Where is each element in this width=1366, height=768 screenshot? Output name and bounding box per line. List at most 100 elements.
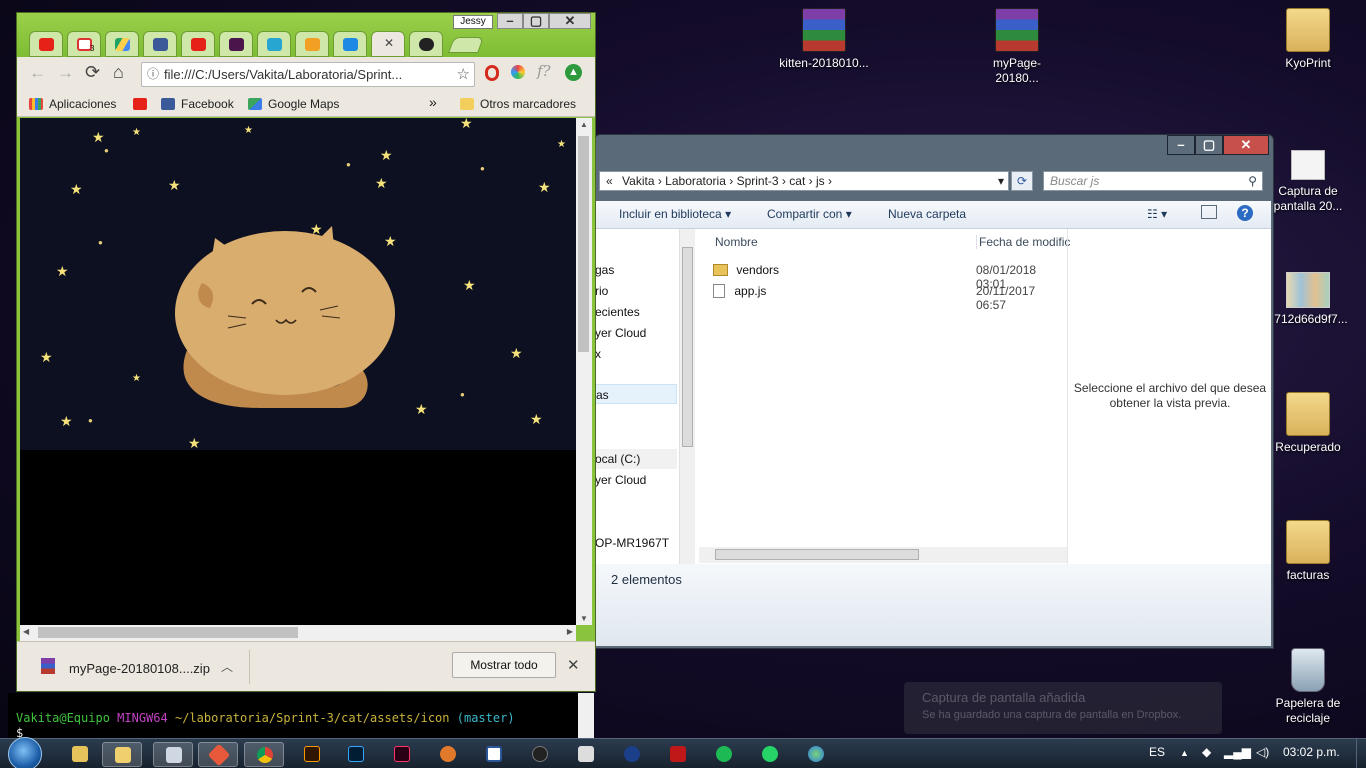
hscroll-thumb[interactable] [38, 627, 298, 638]
nav-item[interactable]: rio [595, 284, 608, 298]
taskbar-misc[interactable] [428, 742, 468, 767]
breadcrumb-js[interactable]: js [816, 174, 825, 188]
tab-facebook[interactable] [143, 31, 177, 57]
page-vscrollbar[interactable]: ▲ ▼ [576, 118, 592, 625]
home-icon[interactable]: ⌂ [113, 62, 124, 83]
vscroll-thumb[interactable] [578, 136, 589, 352]
hscroll-thumb[interactable] [715, 549, 919, 560]
show-desktop-button[interactable] [1356, 739, 1366, 768]
forward-icon[interactable]: → [57, 63, 74, 83]
bookmark-youtube[interactable] [133, 97, 153, 111]
dropbox-icon[interactable]: ◆ [1202, 745, 1211, 759]
help-icon[interactable]: ? [1237, 205, 1253, 221]
view-options-icon[interactable]: ☷ ▾ [1147, 207, 1167, 221]
share-with-button[interactable]: Compartir con ▾ [767, 207, 852, 221]
notification-toast[interactable]: Captura de pantalla añadida Se ha guarda… [904, 682, 1222, 734]
scroll-left-icon[interactable]: ◀ [23, 627, 29, 636]
tab-code[interactable] [295, 31, 329, 57]
desktop-icon-mypage-zip[interactable]: myPage-20180... [972, 8, 1062, 86]
nav-item[interactable]: OP-MR1967T [595, 536, 669, 550]
desktop-icon-kyoprint[interactable]: KyoPrint [1263, 8, 1353, 71]
nav-scroll-thumb[interactable] [682, 247, 693, 447]
search-input[interactable]: Buscar js ⚲ [1043, 171, 1263, 191]
desktop-icon-recuperado[interactable]: Recuperado [1263, 392, 1353, 455]
refresh-icon[interactable]: ⟳ [1011, 171, 1033, 191]
taskbar-spotify[interactable] [704, 742, 744, 767]
tab-play[interactable] [257, 31, 291, 57]
taskbar-photoshop[interactable] [336, 742, 376, 767]
nav-item[interactable]: ecientes [595, 305, 640, 319]
volume-icon[interactable]: ◁) [1256, 745, 1269, 759]
breadcrumb-sprint3[interactable]: Sprint-3 [737, 174, 779, 188]
scroll-up-icon[interactable]: ▲ [580, 120, 588, 129]
desktop-icon-facturas[interactable]: facturas [1263, 520, 1353, 583]
download-options-chevron-icon[interactable]: ︿ [221, 658, 233, 675]
page-hscrollbar[interactable]: ◀ ▶ [20, 625, 576, 641]
maximize-button[interactable]: ▢ [523, 13, 549, 29]
taskbar-word[interactable] [474, 742, 514, 767]
bookmark-facebook[interactable]: Facebook [161, 97, 234, 111]
reload-icon[interactable]: ⟳ [85, 62, 100, 83]
minimize-button[interactable]: – [497, 13, 523, 29]
bookmark-google-maps[interactable]: Google Maps [248, 97, 339, 111]
taskbar-globe[interactable] [796, 742, 836, 767]
desktop-icon-recycle-bin[interactable]: Papelera de reciclaje [1263, 648, 1353, 726]
taskbar-file-manager[interactable] [60, 742, 100, 767]
show-all-button[interactable]: Mostrar todo [452, 652, 556, 678]
opera-extension-icon[interactable] [485, 65, 499, 81]
taskbar-whatsapp[interactable] [750, 742, 790, 767]
git-bash-terminal[interactable]: Vakita@Equipo MINGW64 ~/laboratoria/Spri… [8, 693, 594, 740]
address-dropdown-icon[interactable]: ▾ [998, 172, 1004, 190]
scroll-down-icon[interactable]: ▼ [580, 614, 588, 623]
network-icon[interactable]: ▂▄▆ [1224, 745, 1251, 759]
tab-active[interactable]: ✕ [371, 31, 405, 57]
taskbar-ninja[interactable] [520, 742, 560, 767]
bookmark-star-icon[interactable]: ☆ [456, 63, 470, 86]
new-folder-button[interactable]: Nueva carpeta [888, 207, 966, 221]
tab-youtube-2[interactable] [181, 31, 215, 57]
language-indicator[interactable]: ES [1149, 745, 1165, 759]
tab-google-drive[interactable] [105, 31, 139, 57]
back-icon[interactable]: ← [29, 63, 46, 83]
taskbar-notepad[interactable] [153, 742, 193, 767]
breadcrumb-vakita[interactable]: Vakita [622, 174, 654, 188]
include-in-library-button[interactable]: Incluir en biblioteca ▾ [619, 207, 731, 221]
nav-item[interactable]: yer Cloud [595, 473, 646, 487]
download-item[interactable]: myPage-20180108....zip [69, 661, 210, 676]
start-button[interactable] [8, 737, 42, 768]
desktop-icon-c712[interactable]: c712d66d9f7... [1263, 272, 1353, 327]
fontface-extension-icon[interactable]: f? [537, 62, 551, 80]
file-list-hscrollbar[interactable] [699, 547, 1067, 563]
close-download-shelf-icon[interactable]: ✕ [567, 656, 580, 674]
maximize-button[interactable]: ▢ [1195, 135, 1223, 155]
bookmarks-overflow[interactable]: » [429, 94, 437, 110]
close-button[interactable]: ✕ [1223, 135, 1269, 155]
tab-gmail[interactable]: 3 [67, 31, 101, 57]
column-header-name[interactable]: Nombre [715, 235, 758, 249]
preview-pane-icon[interactable] [1201, 205, 1217, 219]
clock[interactable]: 03:02 p.m. [1283, 745, 1340, 759]
nav-item[interactable]: yer Cloud [595, 326, 646, 340]
taskbar-app[interactable] [612, 742, 652, 767]
minimize-button[interactable]: – [1167, 135, 1195, 155]
terminal-scrollbar[interactable] [578, 693, 594, 738]
taskbar-explorer[interactable] [102, 742, 142, 767]
breadcrumb-laboratoria[interactable]: Laboratoria [665, 174, 726, 188]
desktop-icon-captura[interactable]: Captura de pantalla 20... [1263, 150, 1353, 214]
scroll-right-icon[interactable]: ▶ [567, 627, 573, 636]
column-header-date[interactable]: Fecha de modific [976, 235, 1070, 249]
close-icon[interactable]: ✕ [384, 36, 394, 50]
tray-overflow-icon[interactable]: ▲ [1180, 748, 1189, 758]
desktop-icon-kitten-zip[interactable]: kitten-2018010... [779, 8, 869, 71]
tab-bootstrap[interactable] [333, 31, 367, 57]
omnibox[interactable]: ⓘ file:///C:/Users/Vakita/Laboratoria/Sp… [141, 62, 475, 87]
update-icon[interactable]: ▲ [565, 64, 582, 81]
nav-item-selected[interactable]: as [595, 384, 677, 404]
nav-item-local-disk[interactable]: ocal (C:) [595, 449, 677, 469]
address-bar[interactable]: « Vakita › Laboratoria › Sprint-3 › cat … [599, 171, 1009, 191]
new-tab-button[interactable] [448, 37, 484, 53]
bookmark-apps[interactable]: Aplicaciones [29, 97, 116, 111]
tab-youtube[interactable] [29, 31, 63, 57]
profile-badge[interactable]: Jessy [453, 15, 493, 29]
taskbar-mcafee[interactable] [658, 742, 698, 767]
